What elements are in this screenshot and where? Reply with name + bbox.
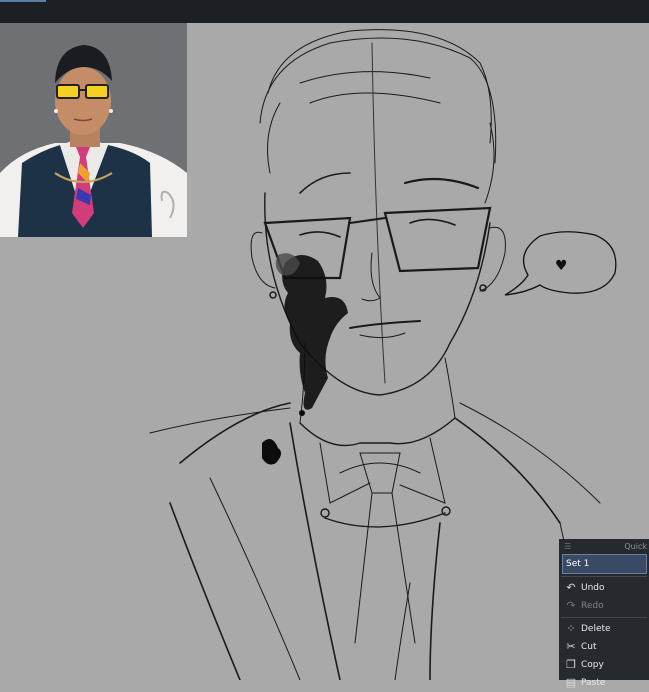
quick-access-header[interactable]: ☰ Quick [559, 539, 649, 554]
copy-icon: ❐ [566, 658, 576, 671]
paste-button[interactable]: ▤ Paste [559, 674, 649, 692]
delete-button[interactable]: ⁘ Delete [559, 620, 649, 638]
cut-icon: ✂ [566, 640, 576, 653]
cut-label: Cut [581, 642, 597, 652]
title-bar [0, 0, 649, 23]
delete-label: Delete [581, 624, 611, 634]
redo-icon: ↷ [566, 599, 576, 612]
set-selector[interactable]: Set 1 [562, 554, 647, 574]
undo-icon: ↶ [566, 581, 576, 594]
redo-label: Redo [581, 601, 604, 611]
divider [561, 576, 647, 577]
cut-button[interactable]: ✂ Cut [559, 638, 649, 656]
quick-access-title: Quick [624, 542, 647, 551]
heart-icon: ♥ [555, 258, 568, 274]
paste-icon: ▤ [565, 676, 577, 689]
sketch-drawing: ♥ [149, 29, 617, 680]
menu-icon[interactable]: ☰ [564, 542, 571, 551]
copy-label: Copy [581, 660, 604, 670]
undo-label: Undo [581, 583, 605, 593]
active-tab-indicator[interactable] [0, 0, 46, 2]
quick-access-panel[interactable]: ☰ Quick Set 1 ↶ Undo ↷ Redo ⁘ Delete ✂ C… [559, 539, 649, 689]
copy-button[interactable]: ❐ Copy [559, 656, 649, 674]
divider [561, 617, 647, 618]
undo-button[interactable]: ↶ Undo [559, 579, 649, 597]
delete-icon: ⁘ [566, 622, 576, 635]
redo-button[interactable]: ↷ Redo [559, 597, 649, 615]
